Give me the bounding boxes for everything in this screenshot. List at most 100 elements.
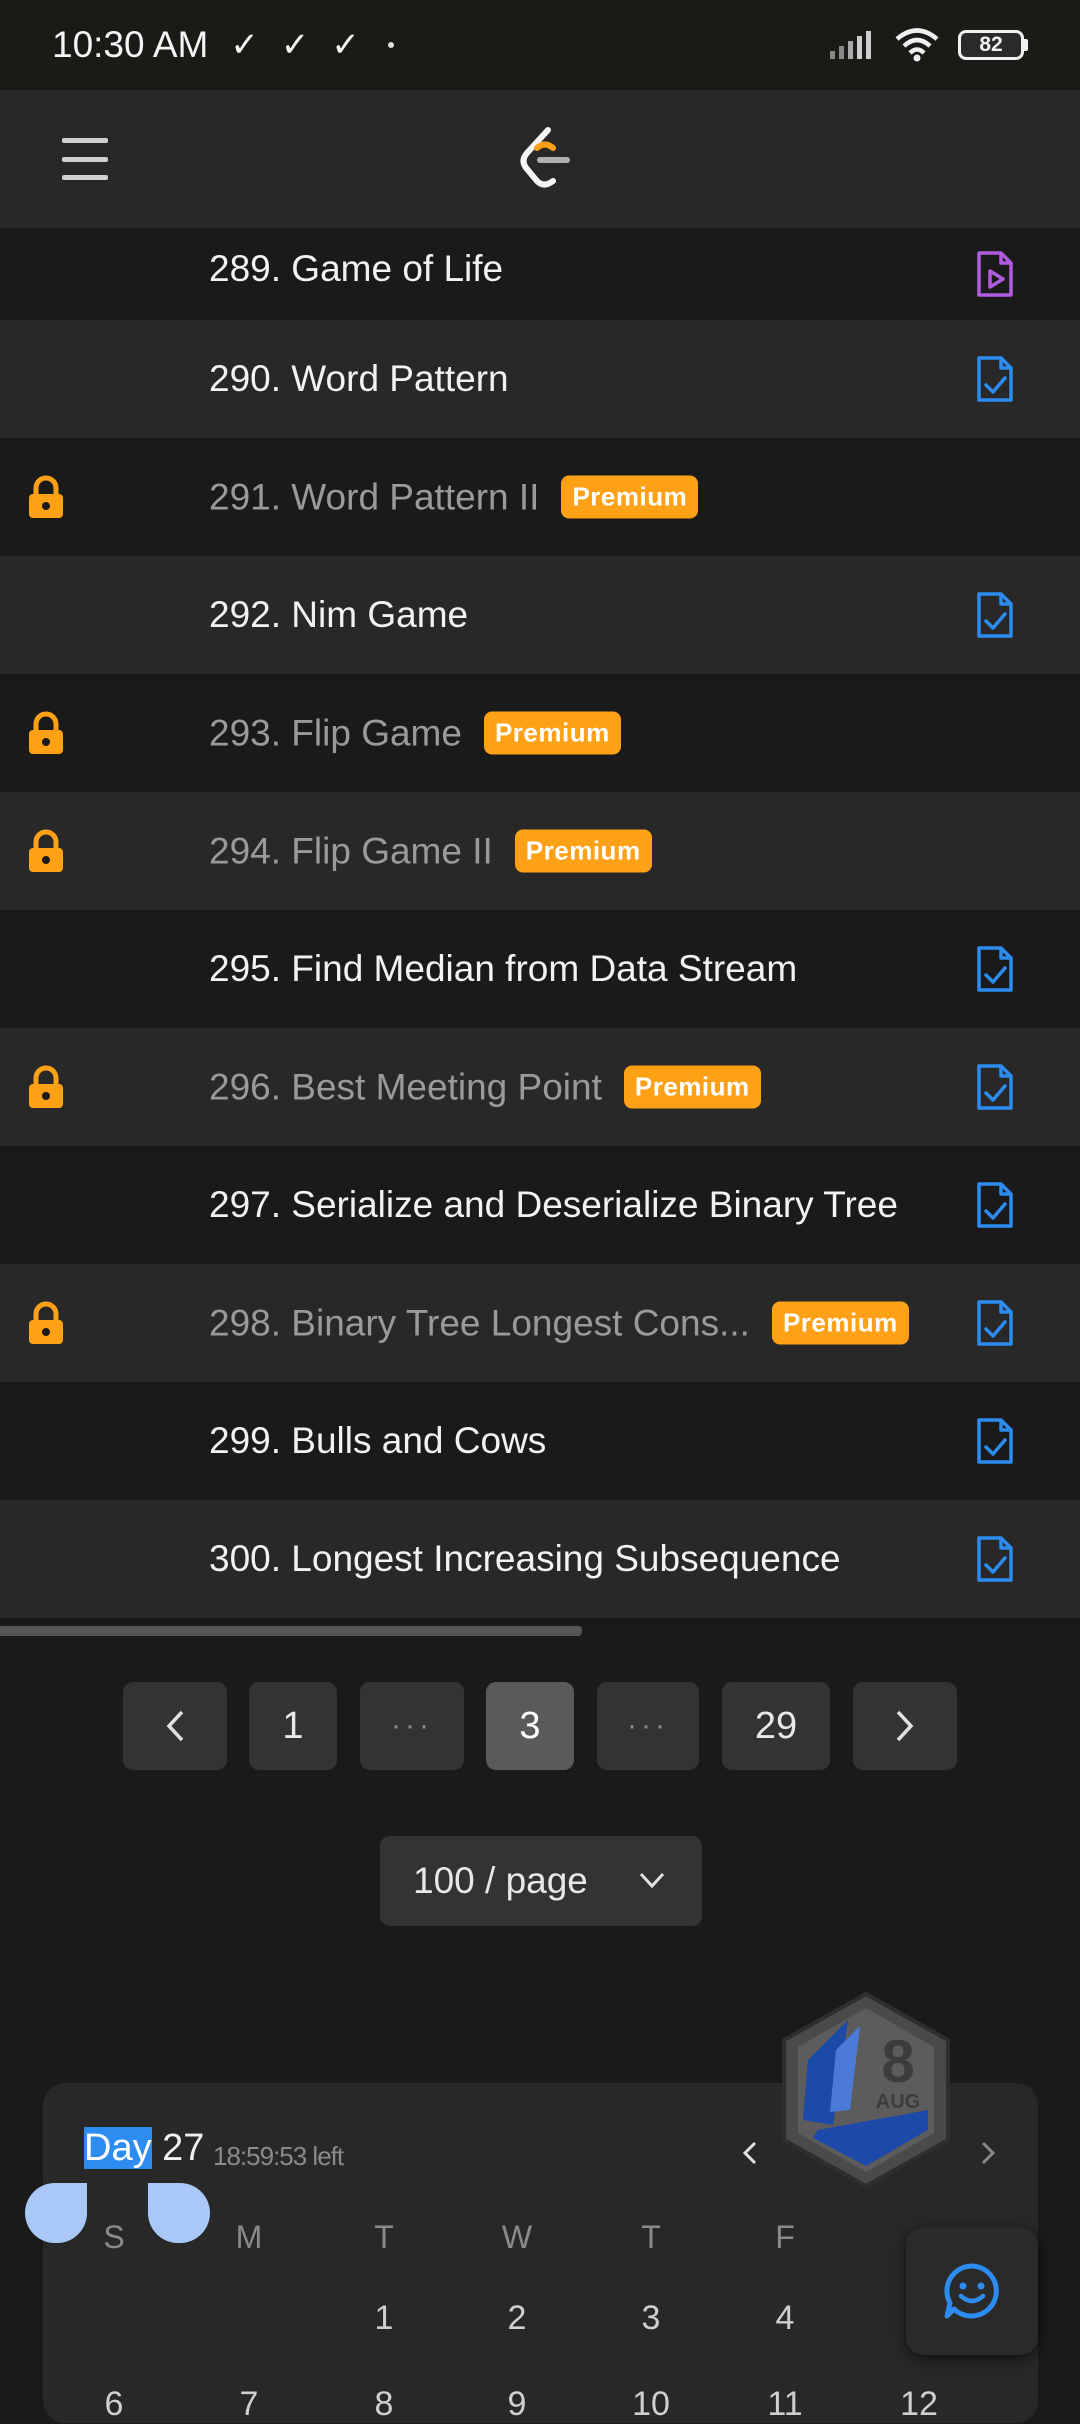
page-ellipsis-left[interactable]: ···	[360, 1682, 464, 1770]
day-number: 27	[162, 2127, 205, 2169]
problem-title-wrap: 295. Find Median from Data Stream	[209, 948, 797, 990]
problem-title[interactable]: 300. Longest Increasing Subsequence	[209, 1538, 841, 1580]
page-button-current[interactable]: 3	[486, 1682, 574, 1770]
page-button-last[interactable]: 29	[722, 1682, 830, 1770]
problem-title[interactable]: 291. Word Pattern II	[209, 476, 539, 518]
hamburger-menu-button[interactable]	[62, 138, 108, 180]
premium-badge: Premium	[561, 475, 699, 519]
problem-title-wrap: 300. Longest Increasing Subsequence	[209, 1538, 841, 1580]
lock-icon	[25, 711, 67, 755]
problem-title[interactable]: 296. Best Meeting Point	[209, 1066, 602, 1108]
problem-list: 289. Game of Life 290. Word Pattern 291. W…	[0, 228, 1080, 1618]
weekday-label: T	[641, 2219, 661, 2255]
problem-title[interactable]: 298. Binary Tree Longest Cons...	[209, 1302, 750, 1344]
problem-row[interactable]: 289. Game of Life	[0, 228, 1080, 320]
calendar-date[interactable]: 8	[354, 2385, 414, 2424]
problem-title-wrap: 292. Nim Game	[209, 594, 468, 636]
premium-badge: Premium	[514, 829, 652, 873]
app-header	[0, 90, 1080, 228]
problem-title-wrap: 298. Binary Tree Longest Cons... Premium	[209, 1301, 909, 1345]
problem-row[interactable]: 291. Word Pattern II Premium	[0, 438, 1080, 556]
status-bar: 10:30 AM ✓ ✓ ✓ 82	[0, 0, 1080, 90]
battery-level: 82	[958, 30, 1024, 60]
calendar-date[interactable]: 10	[621, 2385, 681, 2424]
page-button-1[interactable]: 1	[249, 1682, 337, 1770]
notification-dot-icon	[387, 42, 394, 48]
problem-title-wrap: 299. Bulls and Cows	[209, 1420, 546, 1462]
next-page-button[interactable]	[853, 1682, 957, 1770]
lock-icon	[25, 1301, 67, 1345]
page-size-select[interactable]: 100 / page	[380, 1836, 702, 1926]
calendar-date[interactable]: 2	[487, 2299, 547, 2338]
leetcode-logo-icon[interactable]	[515, 126, 575, 192]
badge-month: AUG	[876, 2091, 920, 2113]
signal-icon	[830, 31, 871, 59]
solution-article-icon[interactable]	[975, 1180, 1015, 1230]
time-left-label: 18:59:53 left	[213, 2141, 344, 2171]
problem-row[interactable]: 294. Flip Game II Premium	[0, 792, 1080, 910]
problem-title-wrap: 291. Word Pattern II Premium	[209, 475, 699, 519]
problem-title-wrap: 294. Flip Game II Premium	[209, 829, 652, 873]
calendar-date[interactable]: 3	[621, 2299, 681, 2338]
problem-row[interactable]: 292. Nim Game	[0, 556, 1080, 674]
weekday-label: F	[775, 2219, 795, 2255]
problem-title[interactable]: 289. Game of Life	[209, 248, 503, 290]
badge-number: 8	[881, 2028, 914, 2095]
problem-row[interactable]: 300. Longest Increasing Subsequence	[0, 1500, 1080, 1618]
horizontal-scrollbar[interactable]	[0, 1626, 582, 1636]
selected-day-word[interactable]: Day	[84, 2127, 152, 2169]
day-counter: Day 27	[84, 2127, 204, 2170]
problem-row[interactable]: 295. Find Median from Data Stream	[0, 910, 1080, 1028]
solution-article-icon[interactable]	[975, 1298, 1015, 1348]
calendar-next-month-icon[interactable]	[978, 2138, 998, 2168]
video-solution-icon[interactable]	[975, 249, 1015, 299]
problem-row[interactable]: 298. Binary Tree Longest Cons... Premium	[0, 1264, 1080, 1382]
calendar-date[interactable]: 12	[889, 2385, 949, 2424]
solution-article-icon[interactable]	[975, 1534, 1015, 1584]
lock-icon	[25, 829, 67, 873]
problem-row[interactable]: 293. Flip Game Premium	[0, 674, 1080, 792]
problem-title-wrap: 293. Flip Game Premium	[209, 711, 621, 755]
problem-title[interactable]: 299. Bulls and Cows	[209, 1420, 546, 1462]
selection-handle-start[interactable]	[25, 2183, 87, 2243]
premium-badge: Premium	[771, 1301, 909, 1345]
problem-title[interactable]: 297. Serialize and Deserialize Binary Tr…	[209, 1184, 898, 1226]
battery-icon: 82	[958, 30, 1028, 60]
prev-page-button[interactable]	[123, 1682, 227, 1770]
wifi-icon	[895, 28, 939, 62]
problem-title[interactable]: 290. Word Pattern	[209, 358, 509, 400]
smiley-chat-icon	[944, 2263, 999, 2319]
feedback-chat-button[interactable]	[906, 2227, 1038, 2355]
problem-row[interactable]: 297. Serialize and Deserialize Binary Tr…	[0, 1146, 1080, 1264]
calendar-date[interactable]: 4	[755, 2299, 815, 2338]
calendar-date[interactable]: 6	[84, 2385, 144, 2424]
solution-article-icon[interactable]	[975, 590, 1015, 640]
calendar-date[interactable]: 7	[219, 2385, 279, 2424]
problem-title-wrap: 290. Word Pattern	[209, 358, 509, 400]
weekday-label: W	[501, 2219, 533, 2255]
problem-title-wrap: 296. Best Meeting Point Premium	[209, 1065, 761, 1109]
selection-handle-end[interactable]	[148, 2183, 210, 2243]
calendar-date[interactable]: 9	[487, 2385, 547, 2424]
page-ellipsis-right[interactable]: ···	[597, 1682, 699, 1770]
solution-article-icon[interactable]	[975, 1416, 1015, 1466]
calendar-date[interactable]: 1	[354, 2299, 414, 2338]
chevron-down-icon	[639, 1872, 665, 1889]
problem-row[interactable]: 299. Bulls and Cows	[0, 1382, 1080, 1500]
solution-article-icon[interactable]	[975, 354, 1015, 404]
problem-row[interactable]: 290. Word Pattern	[0, 320, 1080, 438]
lock-icon	[25, 1065, 67, 1109]
check-notification-icon: ✓	[331, 26, 360, 64]
lock-icon	[25, 475, 67, 519]
problem-row[interactable]: 296. Best Meeting Point Premium	[0, 1028, 1080, 1146]
problem-title[interactable]: 292. Nim Game	[209, 594, 468, 636]
solution-article-icon[interactable]	[975, 944, 1015, 994]
problem-title[interactable]: 294. Flip Game II	[209, 830, 493, 872]
calendar-date[interactable]: 11	[755, 2385, 815, 2424]
solution-article-icon[interactable]	[975, 1062, 1015, 1112]
problem-title[interactable]: 293. Flip Game	[209, 712, 462, 754]
calendar-prev-month-icon[interactable]	[740, 2138, 760, 2168]
problem-title[interactable]: 295. Find Median from Data Stream	[209, 948, 797, 990]
premium-badge: Premium	[483, 711, 621, 755]
monthly-badge-icon[interactable]: 8 AUG	[778, 1990, 954, 2190]
